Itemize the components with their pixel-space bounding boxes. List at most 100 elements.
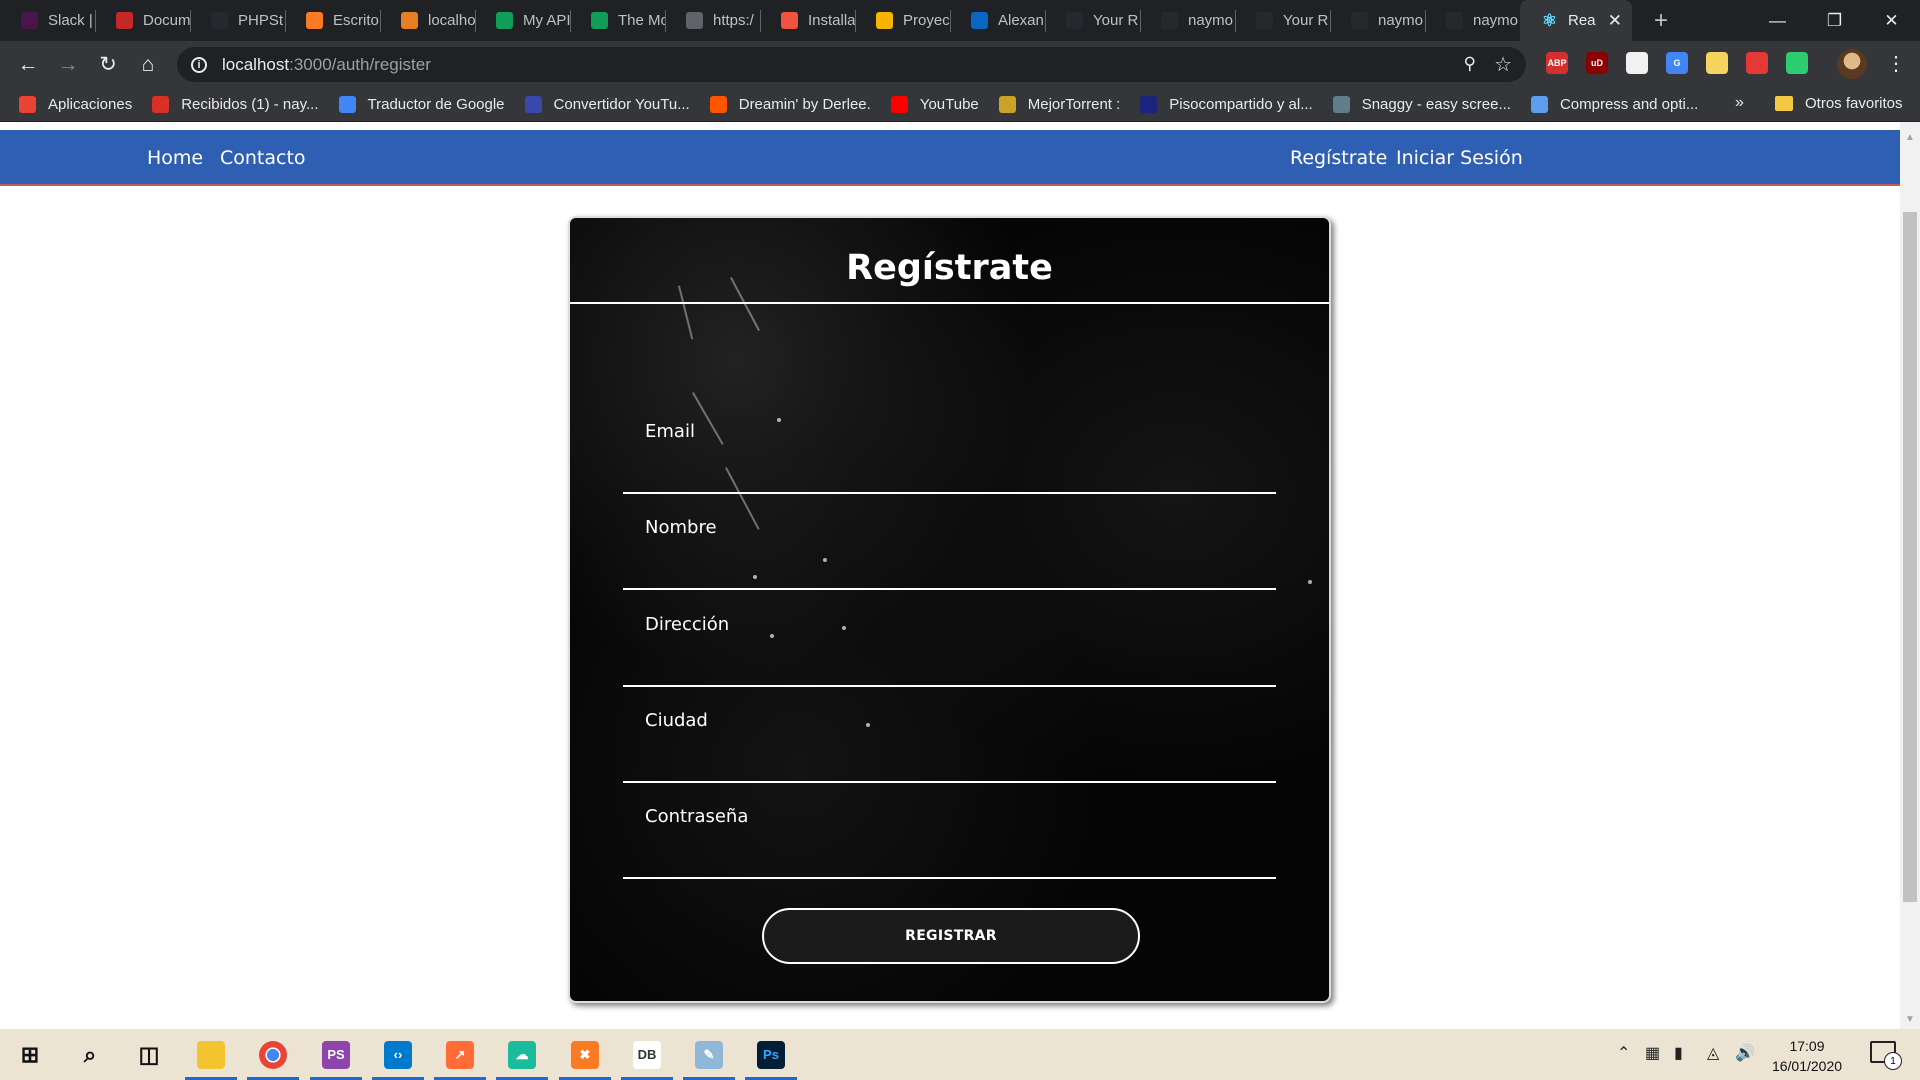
- other-bookmarks-label: Otros favoritos: [1805, 95, 1903, 112]
- direccion-input[interactable]: [645, 641, 1259, 679]
- register-submit-button[interactable]: REGISTRAR: [762, 908, 1140, 964]
- other-bookmarks-folder[interactable]: Otros favoritos: [1775, 95, 1903, 112]
- back-button[interactable]: ←: [8, 45, 48, 85]
- tray-chevron-icon[interactable]: ⌃: [1617, 1043, 1630, 1063]
- browser-tab[interactable]: https:/: [665, 0, 760, 41]
- battery-icon[interactable]: ▮: [1674, 1043, 1683, 1063]
- bookmark-item[interactable]: Pisocompartido y al...: [1140, 96, 1313, 113]
- browser-tab[interactable]: naymo: [1140, 0, 1235, 41]
- dbeaver-taskbar-button[interactable]: DB: [617, 1029, 677, 1080]
- bookmark-item[interactable]: Aplicaciones: [19, 96, 132, 113]
- browser-tab[interactable]: PHPSt: [190, 0, 285, 41]
- home-button[interactable]: ⌂: [128, 45, 168, 85]
- start-taskbar-button[interactable]: ⊞: [0, 1029, 60, 1080]
- bookmark-item[interactable]: Compress and opti...: [1530, 96, 1698, 113]
- ublock-icon[interactable]: uD: [1586, 52, 1608, 74]
- bulb-icon[interactable]: [1706, 52, 1728, 74]
- browser-tab[interactable]: Your R: [1235, 0, 1330, 41]
- forward-button[interactable]: →: [48, 45, 88, 85]
- browser-tab[interactable]: Docum: [95, 0, 190, 41]
- search-taskbar-button[interactable]: ⌕: [60, 1029, 120, 1080]
- bookmark-label: YouTube: [919, 96, 979, 113]
- browser-tab[interactable]: The Mo: [570, 0, 665, 41]
- minimize-button[interactable]: —: [1749, 0, 1806, 41]
- browser-tab[interactable]: Slack |: [0, 0, 95, 41]
- browser-tab[interactable]: naymo: [1425, 0, 1520, 41]
- nav-contacto-link[interactable]: Contacto: [220, 147, 306, 169]
- tray-app-icon[interactable]: ▦: [1645, 1043, 1660, 1063]
- zoom-icon[interactable]: ⚲: [1464, 54, 1476, 74]
- xampp-taskbar-button[interactable]: ✖: [555, 1029, 615, 1080]
- site-info-icon[interactable]: i: [191, 56, 207, 73]
- doc-extension-icon[interactable]: [1626, 52, 1648, 74]
- ciudad-input[interactable]: [645, 737, 1259, 775]
- tab-title: Alexan: [998, 12, 1044, 29]
- email-input[interactable]: [645, 448, 1259, 486]
- bookmark-item[interactable]: MejorTorrent :: [998, 96, 1120, 113]
- page-scrollbar[interactable]: ▲ ▼: [1900, 122, 1920, 1029]
- task-view-taskbar-button[interactable]: ◫: [119, 1029, 179, 1080]
- bookmarks-overflow-button[interactable]: »: [1735, 94, 1744, 112]
- ciudad-field[interactable]: Ciudad: [623, 687, 1276, 783]
- piso-icon: [1140, 96, 1158, 113]
- browser-tab[interactable]: Escrito: [285, 0, 380, 41]
- contrasena-input[interactable]: [645, 833, 1259, 871]
- nav-registrate-link[interactable]: Regístrate: [1290, 147, 1387, 169]
- puzzle-red-icon[interactable]: [1746, 52, 1768, 74]
- close-tab-icon[interactable]: ✕: [1608, 11, 1622, 31]
- bookmark-star-icon[interactable]: ☆: [1494, 52, 1512, 77]
- scrollbar-thumb[interactable]: [1903, 212, 1917, 902]
- browser-tab[interactable]: localho: [380, 0, 475, 41]
- notes-icon: ✎: [695, 1040, 723, 1069]
- vscode-taskbar-button[interactable]: ‹›: [368, 1029, 428, 1080]
- wifi-icon[interactable]: ◬: [1707, 1043, 1719, 1063]
- translate-icon[interactable]: G: [1666, 52, 1688, 74]
- reload-button[interactable]: ↻: [88, 45, 128, 85]
- close-window-button[interactable]: ✕: [1863, 0, 1920, 41]
- browser-tab[interactable]: Installa: [760, 0, 855, 41]
- address-bar[interactable]: i localhost:3000/auth/register ⚲ ☆: [177, 47, 1526, 82]
- browser-tab-active[interactable]: ⚛ Rea ✕: [1520, 0, 1632, 41]
- chrome-taskbar-button[interactable]: [243, 1029, 303, 1080]
- notification-center-icon[interactable]: 1: [1870, 1041, 1902, 1070]
- browser-tab[interactable]: My API: [475, 0, 570, 41]
- contrasena-field[interactable]: Contraseña: [623, 783, 1276, 879]
- browser-tab[interactable]: naymo: [1330, 0, 1425, 41]
- browser-tab[interactable]: Proyec: [855, 0, 950, 41]
- register-title: Regístrate: [846, 248, 1053, 288]
- new-tab-button[interactable]: +: [1646, 7, 1676, 35]
- url-text[interactable]: localhost:3000/auth/register: [222, 55, 431, 75]
- nombre-field[interactable]: Nombre: [623, 494, 1276, 590]
- direccion-field[interactable]: Dirección: [623, 591, 1276, 687]
- scroll-down-arrow-icon[interactable]: ▼: [1905, 1014, 1915, 1025]
- nav-iniciar-sesion-link[interactable]: Iniciar Sesión: [1396, 147, 1523, 169]
- restore-button[interactable]: ❐: [1806, 0, 1863, 41]
- circle-green-icon[interactable]: [1786, 52, 1808, 74]
- email-field[interactable]: Email: [623, 398, 1276, 494]
- notes-taskbar-button[interactable]: ✎: [679, 1029, 739, 1080]
- gitkraken-taskbar-button[interactable]: ☁: [492, 1029, 552, 1080]
- bookmark-item[interactable]: Snaggy - easy scree...: [1332, 96, 1511, 113]
- bookmark-item[interactable]: Dreamin' by Derlee.: [709, 96, 871, 113]
- reload-icon: ↻: [99, 53, 117, 76]
- file-explorer-taskbar-button[interactable]: [181, 1029, 241, 1080]
- nav-home-link[interactable]: Home: [147, 147, 203, 169]
- adblock-icon[interactable]: ABP: [1546, 52, 1568, 74]
- system-clock[interactable]: 17:09 16/01/2020: [1747, 1036, 1867, 1076]
- bookmark-item[interactable]: YouTube: [890, 96, 979, 113]
- browser-menu-icon[interactable]: ⋮: [1886, 51, 1906, 76]
- contrasena-label: Contraseña: [645, 806, 749, 827]
- tab-title: PHPSt: [238, 12, 284, 29]
- bookmark-item[interactable]: Traductor de Google: [338, 96, 505, 113]
- nombre-input[interactable]: [645, 544, 1259, 582]
- browser-tab[interactable]: Alexan: [950, 0, 1045, 41]
- bookmark-item[interactable]: Convertidor YouTu...: [524, 96, 690, 113]
- browser-tab[interactable]: Your R: [1045, 0, 1140, 41]
- pdf-icon: [116, 12, 133, 29]
- photoshop-taskbar-button[interactable]: Ps: [741, 1029, 801, 1080]
- scroll-up-arrow-icon[interactable]: ▲: [1905, 132, 1915, 143]
- bookmark-item[interactable]: Recibidos (1) - nay...: [152, 96, 319, 113]
- postman-taskbar-button[interactable]: ↗: [430, 1029, 490, 1080]
- profile-avatar[interactable]: [1837, 49, 1867, 79]
- phpstorm-taskbar-button[interactable]: PS: [306, 1029, 366, 1080]
